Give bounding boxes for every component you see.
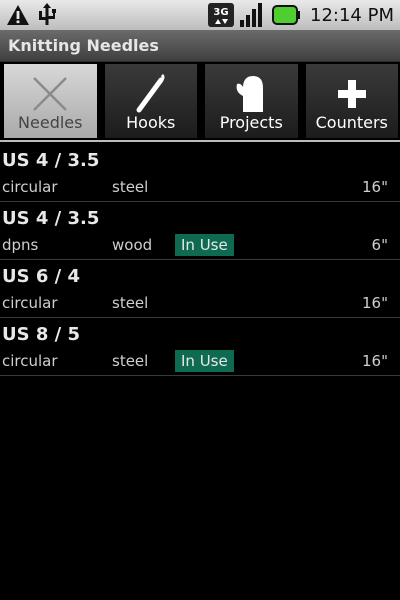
tab-needles[interactable]: Needles [4,64,97,138]
tab-counters[interactable]: Counters [305,64,398,138]
needle-size: US 6 / 4 [2,266,81,287]
tab-bar: Needles Hooks Projects Counters [0,62,400,142]
needle-material: steel [112,294,149,312]
needle-size: US 8 / 5 [2,324,81,345]
needle-length: 16" [362,352,388,370]
plus-icon [332,74,372,114]
needle-size: US 4 / 3.5 [2,150,100,171]
needle-length: 16" [362,294,388,312]
tab-label: Hooks [126,113,176,132]
needle-type: circular [2,178,58,196]
close-icon [30,74,70,114]
usb-icon [36,3,58,27]
in-use-badge: In Use [175,350,234,372]
status-bar: 3G 12:14 PM [0,0,400,30]
signal-icon [240,3,266,27]
tab-label: Counters [315,113,388,132]
tab-projects[interactable]: Projects [205,64,298,138]
list-item[interactable]: US 4 / 3.5 dpns wood In Use 6" [0,202,400,260]
mitten-icon [231,74,271,114]
warning-icon [6,4,30,26]
hook-icon [131,74,171,114]
list-item[interactable]: US 8 / 5 circular steel In Use 16" [0,318,400,376]
tab-label: Needles [18,113,83,132]
app-title: Knitting Needles [8,36,159,55]
battery-icon [272,4,301,26]
needle-type: circular [2,294,58,312]
list-item[interactable]: US 4 / 3.5 circular steel 16" [0,144,400,202]
needle-size: US 4 / 3.5 [2,208,100,229]
3g-icon: 3G [208,3,235,27]
needle-type: dpns [2,236,39,254]
needle-material: steel [112,352,149,370]
title-bar: Knitting Needles [0,30,400,62]
needle-list: US 4 / 3.5 circular steel 16" US 4 / 3.5… [0,144,400,376]
needle-length: 6" [371,236,388,254]
clock: 12:14 PM [310,4,394,26]
tab-hooks[interactable]: Hooks [104,64,197,138]
needle-type: circular [2,352,58,370]
list-item[interactable]: US 6 / 4 circular steel 16" [0,260,400,318]
needle-material: wood [112,236,153,254]
needle-length: 16" [362,178,388,196]
needle-material: steel [112,178,149,196]
network-label: 3G [213,7,228,18]
in-use-badge: In Use [175,234,234,256]
tab-label: Projects [219,113,283,132]
